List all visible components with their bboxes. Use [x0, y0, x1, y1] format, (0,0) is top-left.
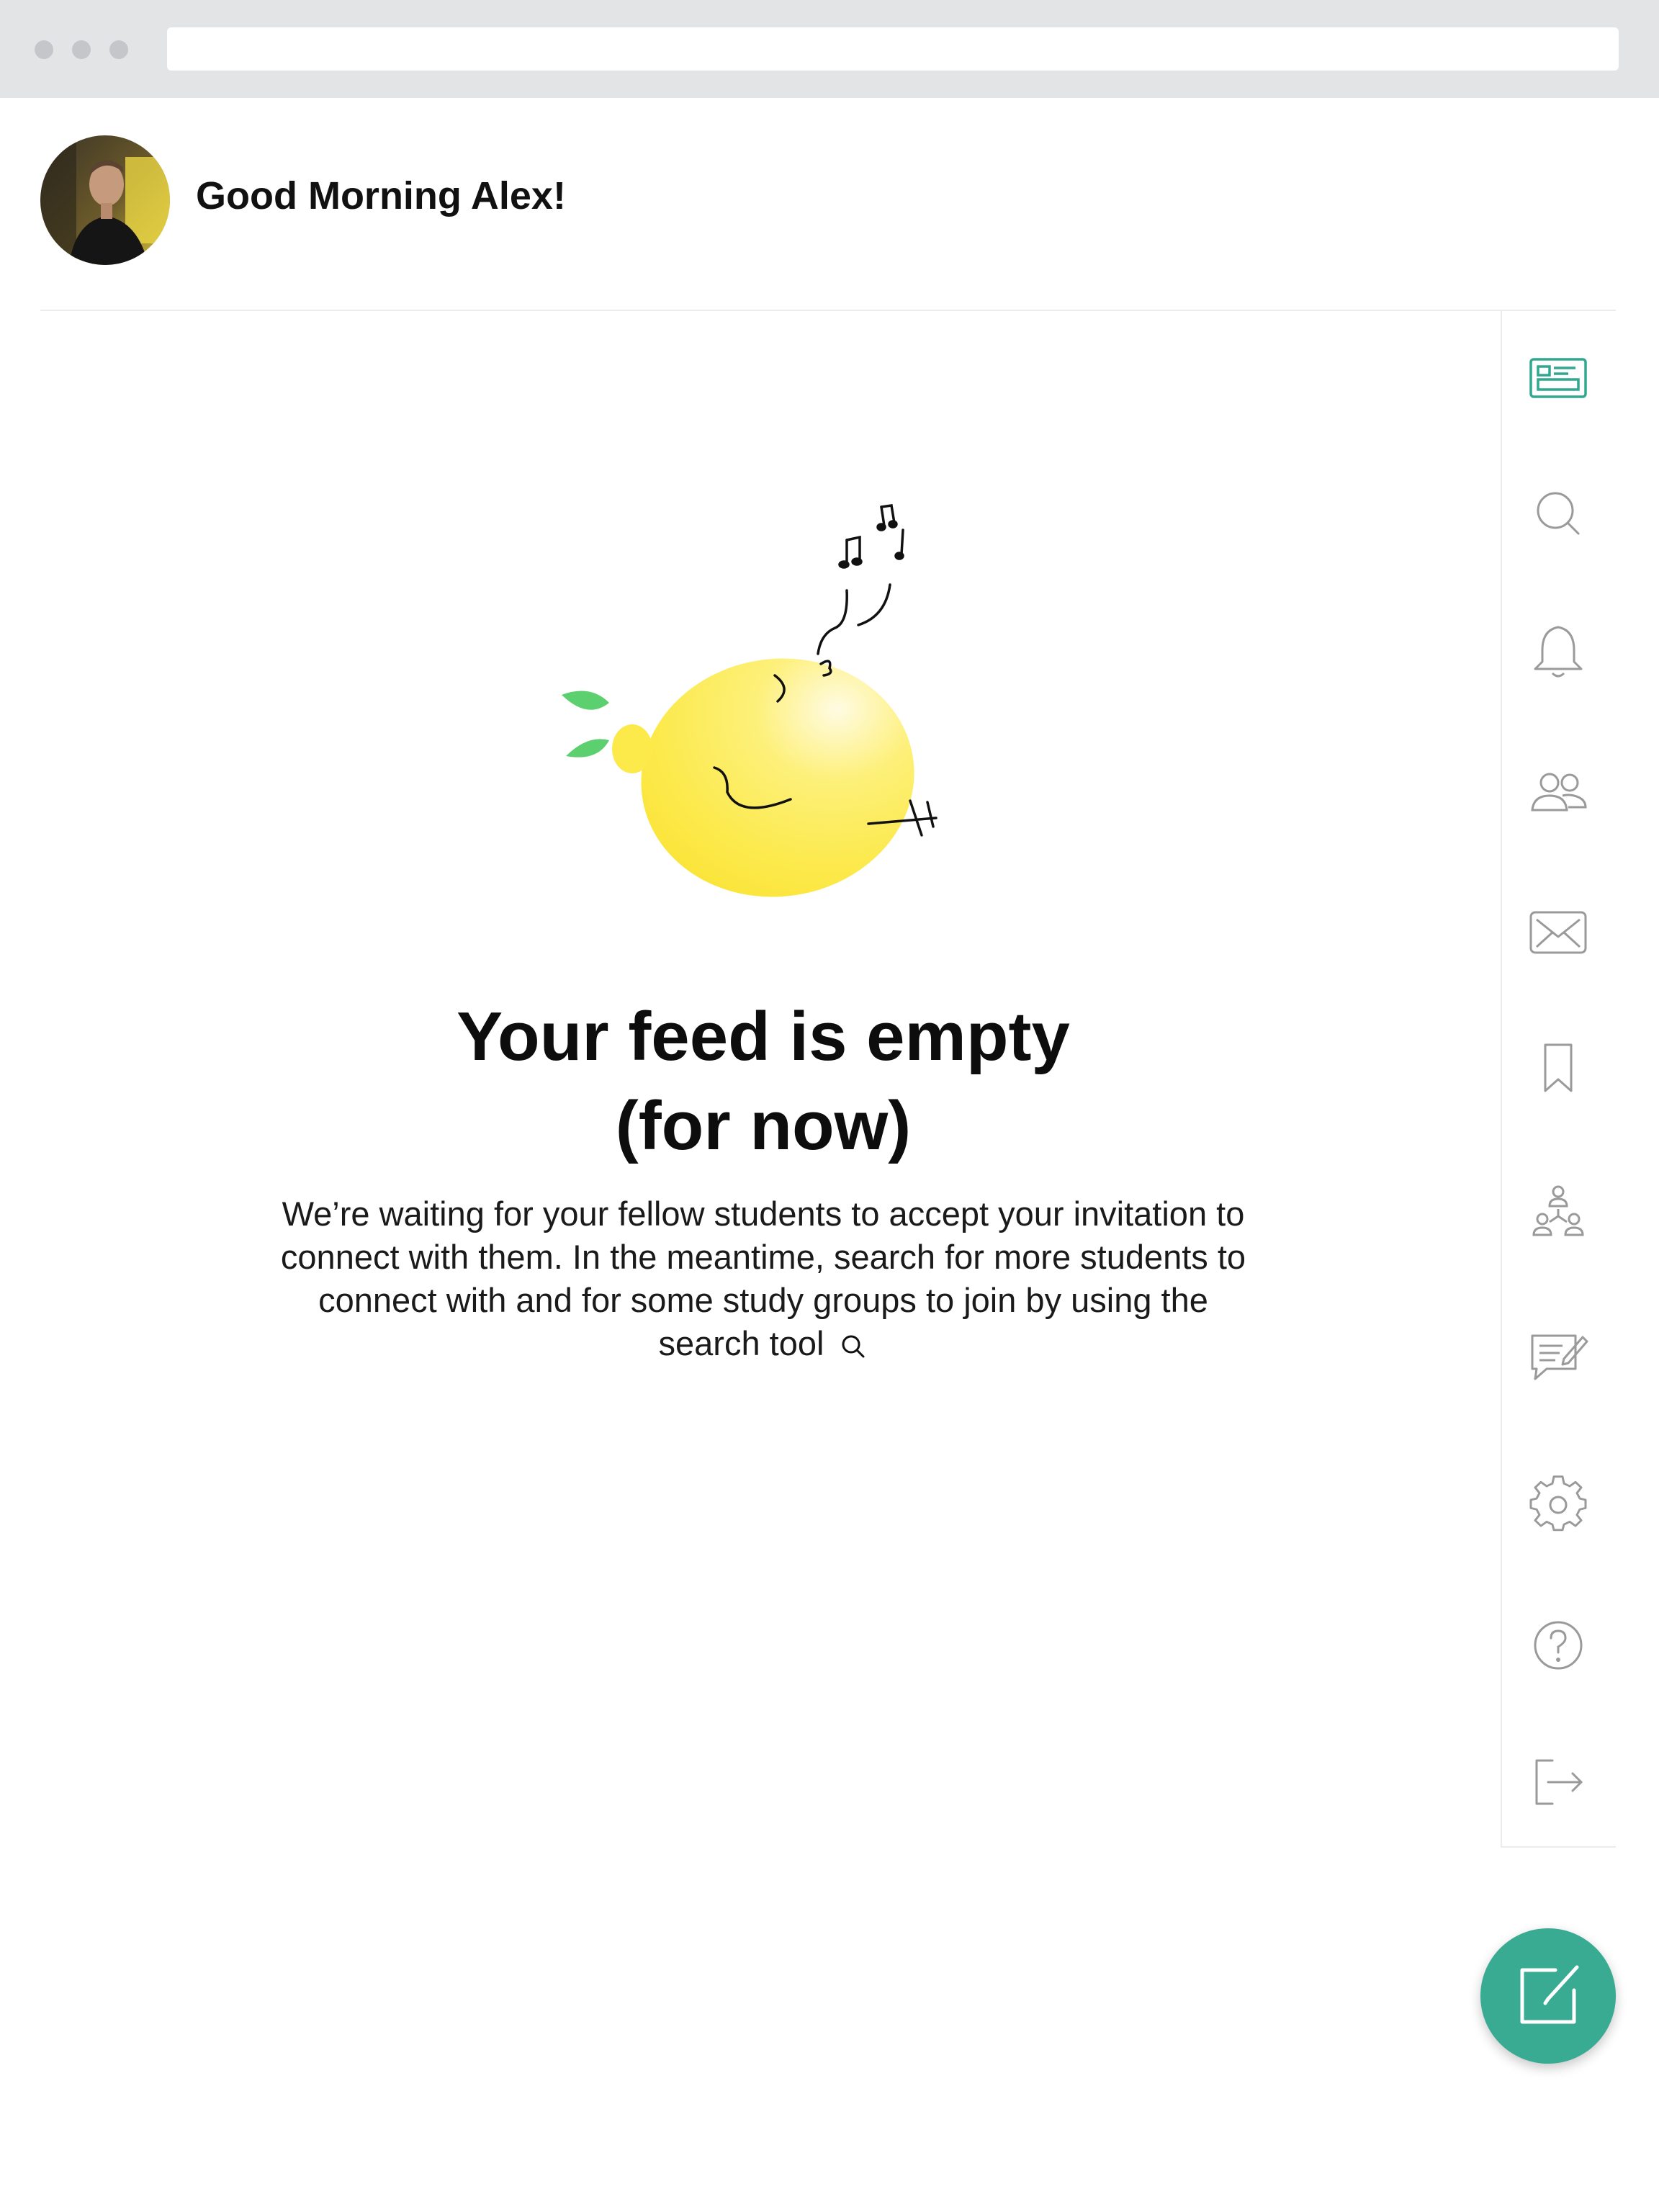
sidebar-item-saved[interactable]	[1501, 1028, 1616, 1107]
feed-icon	[1529, 358, 1587, 398]
sidebar-item-messages[interactable]	[1501, 893, 1616, 972]
sidebar-item-posts[interactable]	[1501, 1318, 1616, 1397]
sidebar-item-groups[interactable]	[1501, 1172, 1616, 1251]
sidebar-bottom-divider	[1501, 1846, 1616, 1848]
compose-icon	[1520, 1965, 1579, 2024]
empty-state-description-block: We’re waiting for your fellow students t…	[274, 1192, 1253, 1365]
empty-state-title-line1: Your feed is empty	[457, 998, 1070, 1075]
window-close-dot[interactable]	[35, 40, 53, 59]
avatar[interactable]	[40, 135, 170, 265]
inline-search-icon	[842, 1335, 865, 1358]
compose-button[interactable]	[1480, 1928, 1616, 2064]
sleeping-lemon-illustration	[547, 475, 950, 922]
sidebar-item-help[interactable]	[1501, 1606, 1616, 1685]
help-icon	[1534, 1621, 1583, 1670]
window-minimize-dot[interactable]	[72, 40, 91, 59]
browser-chrome	[0, 0, 1659, 98]
empty-state-description: We’re waiting for your fellow students t…	[280, 1195, 1246, 1362]
empty-state-title-line2: (for now)	[615, 1087, 912, 1164]
chat-edit-icon	[1531, 1334, 1588, 1380]
search-icon	[1537, 492, 1580, 535]
gear-icon	[1529, 1475, 1587, 1532]
logout-icon	[1535, 1759, 1583, 1805]
window-maximize-dot[interactable]	[109, 40, 128, 59]
header-divider	[40, 310, 1616, 311]
sidebar-item-logout[interactable]	[1501, 1743, 1616, 1822]
sidebar-item-settings[interactable]	[1501, 1466, 1616, 1545]
sidebar-item-connections[interactable]	[1501, 753, 1616, 832]
mail-icon	[1529, 911, 1587, 954]
bookmark-icon	[1544, 1043, 1573, 1092]
sidebar-item-feed[interactable]	[1501, 338, 1616, 418]
people-icon	[1531, 773, 1587, 811]
sidebar-item-search[interactable]	[1501, 474, 1616, 553]
bell-icon	[1534, 626, 1583, 678]
address-bar[interactable]	[167, 27, 1619, 71]
greeting-text: Good Morning Alex!	[196, 174, 566, 217]
groups-icon	[1532, 1185, 1584, 1236]
empty-state-title: Your feed is empty (for now)	[302, 992, 1224, 1171]
sidebar-item-notifications[interactable]	[1501, 612, 1616, 691]
